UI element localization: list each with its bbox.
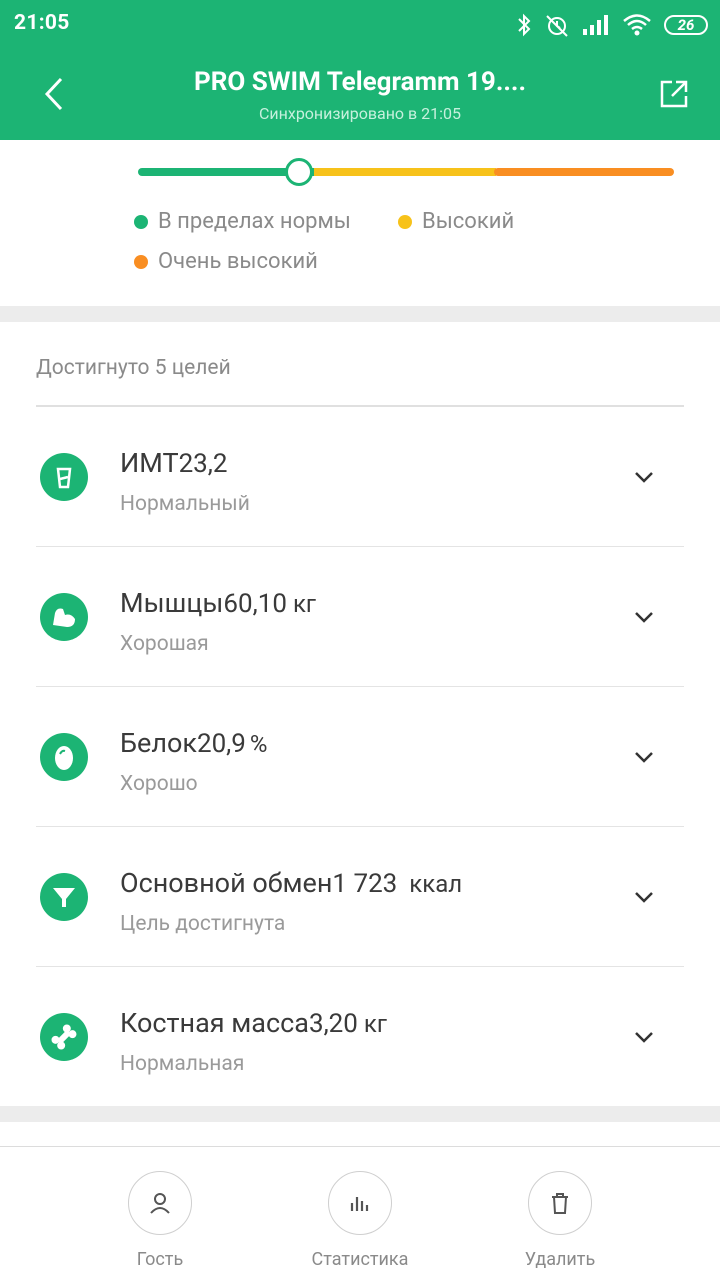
app-header: 21:05 26 PRO SWIM Telegramm 19.... Синхр… bbox=[0, 0, 720, 140]
delete-label: Удалить bbox=[524, 1249, 596, 1270]
legend-normal-label: В пределах нормы bbox=[158, 209, 351, 234]
bottom-action-bar: Гость Статистика Удалить bbox=[0, 1146, 720, 1280]
bone-icon bbox=[40, 1013, 88, 1061]
share-icon bbox=[660, 80, 688, 108]
guest-button[interactable]: Гость bbox=[85, 1171, 235, 1271]
status-bar: 21:05 26 bbox=[0, 0, 720, 50]
metric-status: Хорошо bbox=[120, 772, 198, 796]
metric-name: Мышцы bbox=[120, 587, 224, 619]
wifi-icon bbox=[623, 14, 651, 36]
person-icon bbox=[150, 1193, 170, 1214]
metric-row-protein[interactable]: Белок20,9% Хорошо bbox=[36, 687, 684, 827]
metric-name: Костная масса bbox=[120, 1007, 309, 1039]
metric-title: Основной обмен1 723 ккал bbox=[120, 867, 462, 899]
scale-indicator bbox=[284, 158, 313, 186]
chevron-down-icon[interactable] bbox=[632, 465, 656, 489]
delete-button-circle[interactable] bbox=[528, 1171, 592, 1235]
share-button[interactable] bbox=[656, 74, 692, 114]
guest-button-circle[interactable] bbox=[128, 1171, 192, 1235]
legend-very-high: Очень высокий bbox=[134, 249, 318, 274]
scale-high-segment bbox=[314, 168, 496, 176]
metric-value: 60,10 bbox=[223, 589, 287, 619]
chevron-down-icon[interactable] bbox=[632, 605, 656, 629]
legend-dot-high bbox=[398, 214, 412, 229]
metric-name: Основной обмен bbox=[120, 867, 333, 899]
delete-button[interactable]: Удалить bbox=[485, 1171, 635, 1271]
legend-high: Высокий bbox=[398, 209, 514, 234]
legend-normal: В пределах нормы bbox=[134, 209, 351, 234]
section-divider bbox=[0, 306, 720, 322]
legend-very-high-label: Очень высокий bbox=[158, 249, 318, 274]
metric-value: 23,2 bbox=[178, 449, 228, 479]
trash-icon bbox=[552, 1193, 568, 1214]
status-time: 21:05 bbox=[14, 11, 70, 35]
legend-high-label: Высокий bbox=[422, 209, 515, 234]
metric-title: ИМТ23,2 bbox=[120, 447, 228, 479]
metric-value: 20,9 bbox=[196, 729, 246, 759]
chevron-down-icon[interactable] bbox=[632, 885, 656, 909]
metric-unit: кг bbox=[363, 1010, 387, 1038]
chevron-down-icon[interactable] bbox=[632, 745, 656, 769]
metric-name: ИМТ bbox=[120, 447, 179, 479]
metric-name: Белок bbox=[120, 727, 197, 759]
metric-row-bmi[interactable]: ИМТ23,2 Нормальный bbox=[36, 407, 684, 547]
goals-summary: Достигнуто 5 целей bbox=[36, 356, 231, 380]
metric-row-metabolism[interactable]: Основной обмен1 723 ккал Цель достигнута bbox=[36, 827, 684, 967]
legend-dot-normal bbox=[134, 214, 148, 229]
bluetooth-icon bbox=[518, 13, 531, 37]
guest-label: Гость bbox=[136, 1249, 184, 1270]
signal-icon bbox=[583, 15, 608, 35]
page-title: PRO SWIM Telegramm 19.... bbox=[194, 67, 526, 97]
metric-value: 3,20 bbox=[308, 1009, 358, 1039]
metabolism-funnel-icon bbox=[40, 873, 88, 921]
metric-status: Цель достигнута bbox=[120, 912, 286, 936]
bar-chart-icon bbox=[350, 1197, 369, 1211]
chevron-down-icon[interactable] bbox=[632, 1025, 656, 1049]
sync-status: Синхронизировано в 21:05 bbox=[259, 104, 461, 123]
metric-title: Костная масса3,20 кг bbox=[120, 1007, 387, 1039]
metric-title: Белок20,9% bbox=[120, 727, 267, 759]
metric-row-muscle[interactable]: Мышцы60,10 кг Хорошая bbox=[36, 547, 684, 687]
metric-title: Мышцы60,10 кг bbox=[120, 587, 316, 619]
protein-egg-icon bbox=[40, 733, 88, 781]
alarm-off-icon bbox=[546, 15, 568, 37]
metric-unit: % bbox=[249, 730, 268, 758]
metric-status: Хорошая bbox=[120, 632, 209, 656]
stats-button-circle[interactable] bbox=[328, 1171, 392, 1235]
section-divider bbox=[0, 1106, 720, 1122]
metric-unit: ккал bbox=[409, 870, 463, 898]
back-button[interactable] bbox=[36, 74, 72, 114]
metric-unit: кг bbox=[292, 590, 316, 618]
status-icons: 26 bbox=[516, 10, 708, 40]
metric-status: Нормальный bbox=[120, 492, 250, 516]
metric-row-bone[interactable]: Костная масса3,20 кг Нормальная bbox=[36, 967, 684, 1107]
metric-value: 1 723 bbox=[332, 869, 398, 899]
muscle-icon bbox=[40, 593, 88, 641]
bmi-icon bbox=[40, 453, 88, 501]
scale-card bbox=[0, 140, 720, 306]
stats-button[interactable]: Статистика bbox=[285, 1171, 435, 1271]
chevron-left-icon bbox=[44, 77, 63, 111]
stats-label: Статистика bbox=[311, 1249, 409, 1270]
scale-very-high-segment bbox=[494, 168, 674, 176]
legend-dot-very-high bbox=[134, 254, 148, 269]
battery-indicator: 26 bbox=[664, 15, 708, 35]
metric-status: Нормальная bbox=[120, 1052, 245, 1076]
